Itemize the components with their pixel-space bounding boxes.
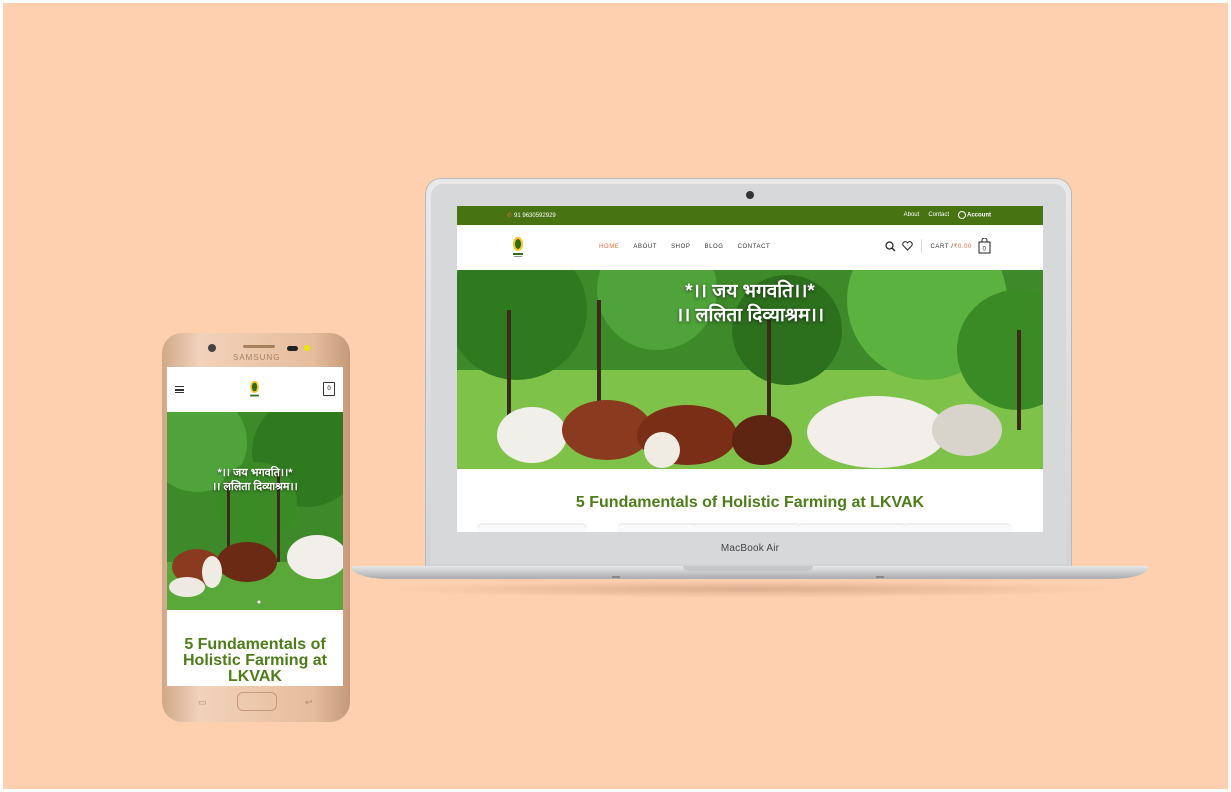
cart-count: 0	[983, 247, 987, 253]
nav-item-blog[interactable]: BLOG	[704, 244, 723, 250]
feature-card	[477, 523, 587, 532]
account-label: Account	[967, 212, 991, 219]
recent-apps-icon[interactable]: ▭	[198, 697, 207, 708]
phone-cart-icon[interactable]: 0	[323, 382, 335, 396]
hero-banner: *।। जय भगवति।।* ।। ललिता दिव्याश्रम।।	[457, 270, 1043, 469]
laptop-foot	[876, 576, 884, 578]
laptop-shadow	[380, 580, 1120, 598]
top-link-about[interactable]: About	[904, 212, 920, 218]
phone-number: 91 9630592929	[514, 213, 556, 219]
phone-section-title: 5 Fundamentals of Holistic Farming at LK…	[182, 636, 328, 685]
cart-label: CART /	[930, 243, 954, 250]
feature-card	[902, 523, 1012, 532]
shopping-bag-icon[interactable]: 0	[978, 238, 991, 254]
phone-screen: 0 *।। जय भगवति।।* ।। ललिता दिव्याश्रम।। …	[167, 367, 343, 686]
heart-icon[interactable]	[902, 241, 914, 251]
user-icon	[958, 211, 966, 219]
nav-separator	[921, 239, 923, 253]
phone-hero-image	[167, 412, 343, 610]
phone-icon: ✆	[507, 213, 513, 219]
laptop-notch	[683, 566, 813, 571]
phone-brand: SAMSUNG	[233, 353, 281, 362]
home-button[interactable]	[237, 692, 277, 711]
nav-item-contact[interactable]: CONTACT	[738, 244, 771, 250]
laptop-screen: ✆ 91 9630592929 About Contact Account HOM…	[457, 206, 1043, 532]
phone-hero-line-1: *।। जय भगवति।।*	[217, 467, 293, 479]
top-bar: ✆ 91 9630592929 About Contact Account	[457, 206, 1043, 225]
phone-sensor	[287, 346, 298, 351]
nav-item-shop[interactable]: SHOP	[671, 244, 690, 250]
laptop-foot	[612, 576, 620, 578]
phone-logo[interactable]	[249, 380, 260, 399]
laptop-camera	[746, 191, 754, 199]
nav-item-about[interactable]: ABOUT	[633, 244, 657, 250]
hamburger-menu-icon[interactable]	[175, 386, 184, 393]
cart-price: ₹0.00	[953, 243, 972, 250]
nav-actions: CART /₹0.00 0	[885, 238, 991, 254]
feature-card	[692, 523, 802, 532]
top-link-contact[interactable]: Contact	[928, 212, 949, 218]
nav-item-home[interactable]: HOME	[599, 244, 619, 250]
phone-hero-caption: *।। जय भगवति।।* ।। ललिता दिव्याश्रम।।	[167, 466, 343, 494]
phone-light	[304, 345, 310, 351]
main-nav: HOME ABOUT SHOP BLOG CONTACT CART /₹0.00…	[457, 225, 1043, 270]
back-icon[interactable]: ↩	[305, 697, 313, 708]
phone-hero: *।। जय भगवति।।* ।। ललिता दिव्याश्रम।।	[167, 412, 343, 610]
site-logo[interactable]	[512, 236, 524, 258]
laptop-brand: MacBook Air	[720, 543, 780, 554]
phone-speaker	[243, 345, 275, 348]
hero-caption: *।। जय भगवति।।* ।। ललिता दिव्याश्रम।।	[457, 280, 1043, 328]
feature-card	[797, 523, 907, 532]
phone-hero-line-2: ।। ललिता दिव्याश्रम।।	[212, 481, 298, 493]
account-link[interactable]: Account	[958, 211, 991, 219]
phone-contact[interactable]: ✆ 91 9630592929	[507, 212, 556, 219]
nav-menu: HOME ABOUT SHOP BLOG CONTACT	[599, 244, 770, 250]
cart-link[interactable]: CART /₹0.00	[930, 243, 972, 250]
top-links: About Contact Account	[904, 211, 991, 219]
search-icon[interactable]	[885, 240, 896, 252]
phone-nav: 0	[167, 367, 343, 412]
phone-camera	[208, 344, 216, 352]
hero-line-1: *।। जय भगवति।।*	[685, 281, 815, 302]
section-title: 5 Fundamentals of Holistic Farming at LK…	[575, 494, 925, 511]
hero-line-2: ।। ललिता दिव्याश्रम।।	[675, 305, 825, 326]
